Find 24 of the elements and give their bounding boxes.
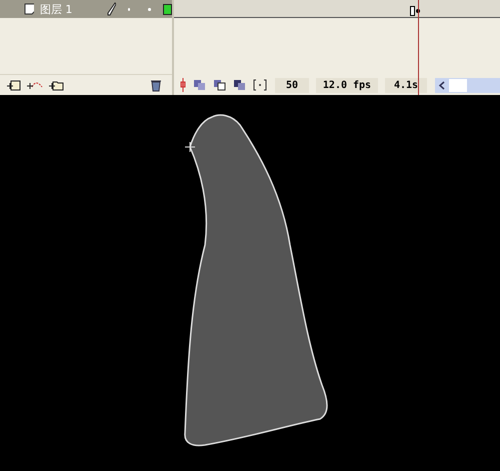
frame-track[interactable] [174,0,500,18]
add-folder-icon[interactable] [48,79,64,91]
horizontal-scrollbar[interactable] [435,78,500,92]
pencil-icon [107,2,116,16]
layer-icon [24,3,34,15]
visibility-dot[interactable] [128,8,130,10]
elapsed-time: 4.1s [385,78,427,92]
center-frame-icon[interactable] [178,78,188,92]
onion-outline-icon[interactable] [212,78,228,92]
lock-dot[interactable] [148,8,151,10]
onion-markers-icon[interactable] [252,78,268,92]
scroll-left-icon[interactable] [438,80,446,90]
onion-skin-icon[interactable] [192,78,208,92]
edit-multiple-frames-icon[interactable] [232,78,248,92]
frame-rate: 12.0 fps [316,78,378,92]
scroll-thumb[interactable] [449,78,467,92]
layer-row[interactable]: 图层 1 [0,0,172,18]
layer-name: 图层 1 [40,2,74,16]
keyframe-marker [410,6,415,16]
outline-color-icon[interactable] [162,4,172,14]
trash-icon[interactable] [150,78,162,92]
add-layer-icon[interactable] [6,79,22,91]
current-frame: 50 [275,78,309,92]
crosshair-cursor-icon [184,142,196,152]
